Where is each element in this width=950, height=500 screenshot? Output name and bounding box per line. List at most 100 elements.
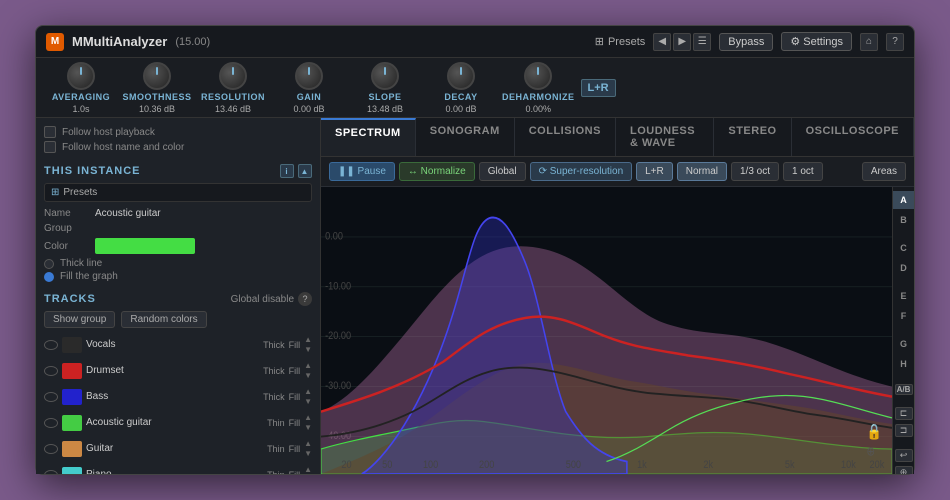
track-thick-label[interactable]: Thick [263, 340, 285, 350]
track-visibility[interactable] [44, 392, 58, 402]
track-fill-label[interactable]: Fill [289, 392, 301, 402]
random-colors-btn[interactable]: Random colors [121, 311, 206, 328]
track-color-swatch[interactable] [62, 363, 82, 379]
help-icon[interactable]: ? [298, 292, 312, 306]
home-button[interactable]: ⌂ [860, 33, 878, 51]
tab-spectrum[interactable]: SPECTRUM [321, 118, 416, 156]
track-visibility[interactable] [44, 470, 58, 475]
color-picker[interactable] [95, 238, 195, 254]
bypass-button[interactable]: Bypass [719, 33, 773, 51]
track-up-arrow[interactable]: ▲ [304, 335, 312, 344]
follow-playback-checkbox[interactable] [44, 126, 56, 138]
follow-host-name-row: Follow host name and color [44, 141, 312, 153]
tab-sonogram[interactable]: SONOGRAM [416, 118, 515, 156]
nav-prev[interactable]: ◀ [653, 33, 671, 51]
track-color-swatch[interactable] [62, 337, 82, 353]
right-area: SPECTRUMSONOGRAMCOLLISIONSLOUDNESS & WAV… [321, 118, 914, 474]
tab-loudness&wave[interactable]: LOUDNESS & WAVE [616, 118, 714, 156]
track-fill-label[interactable]: Fill [289, 340, 301, 350]
track-thick-label[interactable]: Thin [267, 470, 285, 475]
instance-info-btn[interactable]: i [280, 164, 294, 178]
zoom-btn[interactable]: ⊕ [895, 466, 913, 474]
nav-next[interactable]: ▶ [673, 33, 691, 51]
copy-btn[interactable]: ⊏ [895, 407, 913, 420]
track-down-arrow[interactable]: ▼ [304, 345, 312, 354]
track-color-swatch[interactable] [62, 389, 82, 405]
presets-icon: ⊞ [51, 187, 59, 198]
instance-expand-btn[interactable]: ▲ [298, 164, 312, 178]
track-thick-label[interactable]: Thin [267, 418, 285, 428]
settings-button[interactable]: ⚙ Settings [781, 32, 852, 51]
track-up-arrow[interactable]: ▲ [304, 413, 312, 422]
knob-resolution: RESOLUTION 13.46 dB [198, 62, 268, 114]
lr-badge[interactable]: L+R [581, 79, 616, 97]
track-thick-label[interactable]: Thick [263, 366, 285, 376]
deharmonize-knob[interactable] [524, 62, 552, 90]
paste-btn[interactable]: ⊐ [895, 424, 913, 437]
lr-button[interactable]: L+R [636, 162, 673, 181]
tab-stereo[interactable]: STEREO [714, 118, 791, 156]
averaging-knob[interactable] [67, 62, 95, 90]
areas-button[interactable]: Areas [862, 162, 906, 181]
track-visibility[interactable] [44, 418, 58, 428]
resolution-knob[interactable] [219, 62, 247, 90]
undo-btn[interactable]: ↩ [895, 449, 913, 462]
track-down-arrow[interactable]: ▼ [304, 397, 312, 406]
track-thick-label[interactable]: Thin [267, 444, 285, 454]
track-down-arrow[interactable]: ▼ [304, 449, 312, 458]
track-visibility[interactable] [44, 366, 58, 376]
slope-knob[interactable] [371, 62, 399, 90]
follow-host-name-checkbox[interactable] [44, 141, 56, 153]
track-up-arrow[interactable]: ▲ [304, 387, 312, 396]
fill-graph-radio[interactable] [44, 272, 54, 282]
track-up-arrow[interactable]: ▲ [304, 439, 312, 448]
gain-knob[interactable] [295, 62, 323, 90]
track-down-arrow[interactable]: ▼ [304, 423, 312, 432]
sidebar-f[interactable]: F [901, 307, 907, 325]
track-up-arrow[interactable]: ▲ [304, 465, 312, 474]
svg-text:0.00: 0.00 [325, 231, 343, 243]
sidebar-b[interactable]: B [900, 211, 907, 229]
track-arrows: ▲ ▼ [304, 387, 312, 406]
tracks-header: TRACKS Global disable ? [44, 292, 312, 306]
track-visibility[interactable] [44, 444, 58, 454]
super-res-button[interactable]: ⟳ Super-resolution [530, 162, 633, 181]
normalize-button[interactable]: ↔ Normalize [399, 162, 475, 181]
global-button[interactable]: Global [479, 162, 526, 181]
track-name: Vocals [86, 339, 259, 350]
normal-button[interactable]: Normal [677, 162, 727, 181]
show-group-btn[interactable]: Show group [44, 311, 115, 328]
track-up-arrow[interactable]: ▲ [304, 361, 312, 370]
smoothness-knob[interactable] [143, 62, 171, 90]
grid-icon: ⊞ [595, 35, 604, 48]
sidebar-e[interactable]: E [900, 287, 906, 305]
presets-area[interactable]: ⊞ Presets [595, 35, 646, 48]
instance-presets-row[interactable]: ⊞ Presets [44, 183, 312, 202]
track-fill-label[interactable]: Fill [289, 444, 301, 454]
sidebar-a[interactable]: A [893, 191, 914, 209]
track-fill-label[interactable]: Fill [289, 470, 301, 475]
tab-collisions[interactable]: COLLISIONS [515, 118, 616, 156]
color-row: Color [44, 238, 312, 254]
track-down-arrow[interactable]: ▼ [304, 371, 312, 380]
track-color-swatch[interactable] [62, 415, 82, 431]
one-oct-button[interactable]: 1 oct [783, 162, 823, 181]
sidebar-g[interactable]: G [900, 335, 907, 353]
third-oct-button[interactable]: 1/3 oct [731, 162, 779, 181]
sidebar-h[interactable]: H [900, 355, 907, 373]
sidebar-d[interactable]: D [900, 259, 907, 277]
ab-button[interactable]: A/B [895, 384, 913, 395]
track-fill-label[interactable]: Fill [289, 366, 301, 376]
tab-oscilloscope[interactable]: OSCILLOSCOPE [792, 118, 914, 156]
pause-button[interactable]: ❚❚ Pause [329, 162, 395, 181]
track-fill-label[interactable]: Fill [289, 418, 301, 428]
track-visibility[interactable] [44, 340, 58, 350]
thick-line-radio[interactable] [44, 259, 54, 269]
track-color-swatch[interactable] [62, 467, 82, 475]
track-color-swatch[interactable] [62, 441, 82, 457]
decay-knob[interactable] [447, 62, 475, 90]
track-thick-label[interactable]: Thick [263, 392, 285, 402]
nav-menu[interactable]: ☰ [693, 33, 711, 51]
sidebar-c[interactable]: C [900, 239, 907, 257]
help-button[interactable]: ? [886, 33, 904, 51]
